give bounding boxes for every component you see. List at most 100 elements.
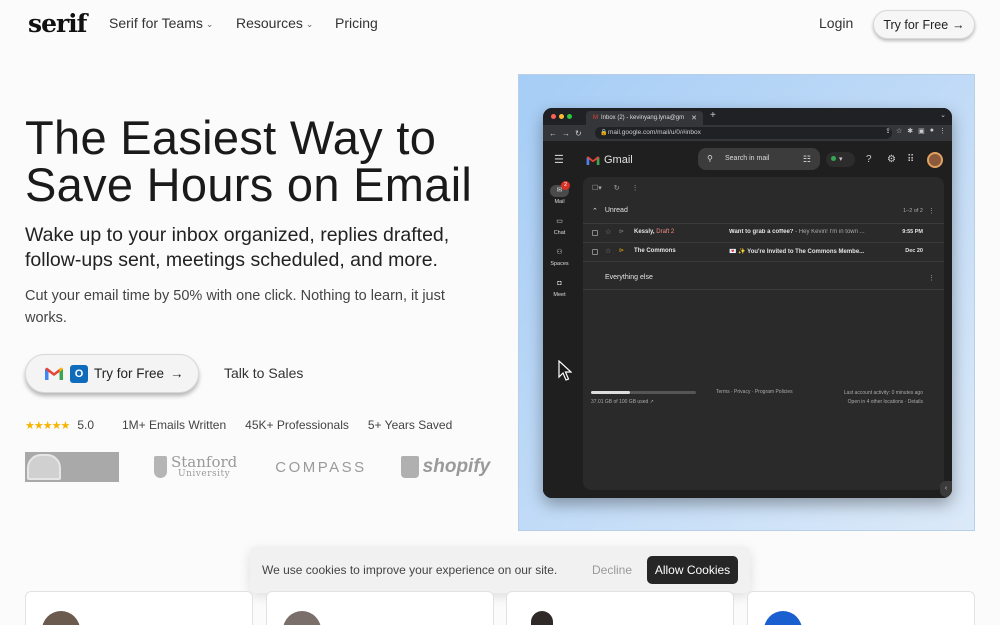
storage-quota-bar — [591, 391, 696, 394]
nav-serif-for-teams[interactable]: Serif for Teams ⌄ — [109, 15, 213, 31]
mail-badge: 2 — [561, 181, 570, 190]
reload-icon[interactable]: ↻ — [575, 129, 582, 138]
back-icon[interactable]: ← — [549, 129, 557, 138]
row-divider — [583, 261, 944, 262]
important-marker-icon[interactable]: ⊳ — [619, 228, 624, 235]
browser-tabbar: M Inbox (2) - kevinyang.lyna@gm ✕ + ⌄ — [543, 108, 952, 125]
footer-links[interactable]: Terms · Privacy · Program Policies — [716, 389, 793, 395]
section-menu-icon[interactable]: ⋮ — [928, 274, 935, 282]
shopify-bag-icon — [400, 456, 419, 478]
extensions-icon[interactable]: ✱ — [907, 127, 913, 135]
allow-cookies-button[interactable]: Allow Cookies — [647, 556, 738, 584]
arrow-right-icon: → — [952, 17, 965, 32]
help-icon[interactable]: ? — [866, 154, 872, 165]
nav-try-free-button[interactable]: Try for Free → — [873, 10, 975, 39]
product-screenshot: M Inbox (2) - kevinyang.lyna@gm ✕ + ⌄ ← … — [518, 74, 975, 531]
hero-try-free-label: Try for Free — [94, 366, 165, 381]
stat-years: 5+ Years Saved — [367, 418, 453, 432]
select-all-checkbox-icon[interactable]: ☐▾ — [592, 184, 602, 192]
browser-menu-icon[interactable]: ⋮ — [939, 127, 946, 135]
star-icon[interactable]: ☆ — [605, 228, 611, 236]
customer-logos: Stanford University COMPASS shopify — [25, 452, 490, 482]
avatar — [764, 611, 802, 625]
email-row[interactable]: ☆ ⊳ Kessly, Draft 2 Want to grab a coffe… — [583, 223, 944, 242]
hero-subtitle: Wake up to your inbox organized, replies… — [25, 223, 495, 273]
hero-try-free-button[interactable]: O Try for Free → — [25, 354, 199, 393]
cookie-message: We use cookies to improve your experienc… — [262, 563, 558, 577]
stanford-logo: Stanford University — [154, 455, 237, 479]
forward-icon[interactable]: → — [562, 129, 570, 138]
email-draft-label: Draft 2 — [656, 229, 675, 235]
close-dot-icon[interactable] — [551, 114, 556, 119]
important-marker-icon[interactable]: ⊳ — [619, 247, 624, 254]
new-tab-icon[interactable]: + — [710, 110, 716, 121]
section-menu-icon[interactable]: ⋮ — [928, 207, 935, 215]
rating-value: 5.0 — [77, 418, 94, 432]
rail-chat-label: Chat — [553, 230, 566, 236]
hamburger-menu-icon[interactable]: ☰ — [554, 153, 564, 166]
url-text: mail.google.com/mail/u/0/#inbox — [608, 129, 701, 136]
search-icon: ⚲ — [707, 154, 713, 163]
url-field[interactable]: 🔒 mail.google.com/mail/u/0/#inbox — [595, 127, 892, 139]
login-link[interactable]: Login — [819, 15, 853, 31]
section-unread[interactable]: ⌃ Unread — [592, 207, 628, 215]
close-tab-icon[interactable]: ✕ — [691, 114, 697, 122]
gmail-app: ☰ ✉ 2 Mail ▭ Chat ⚇ Spaces ◘ Meet Gmail … — [543, 141, 952, 498]
testimonial-card — [506, 591, 734, 625]
bookmark-star-icon[interactable]: ☆ — [896, 127, 902, 135]
stanford-sub: University — [178, 469, 231, 479]
email-subject-text: Want to grab a coffee? — [729, 229, 794, 235]
status-toggle[interactable]: ▾ — [826, 152, 855, 167]
storage-quota-text[interactable]: 37.01 GB of 100 GB used ↗ — [591, 399, 654, 405]
email-checkbox[interactable] — [592, 230, 598, 236]
gmail-search-input[interactable]: ⚲ Search in mail ☷ — [698, 148, 820, 170]
decline-cookies-button[interactable]: Decline — [592, 563, 632, 577]
profile-icon[interactable]: ● — [930, 127, 934, 135]
nav-pricing[interactable]: Pricing — [335, 15, 378, 31]
rail-spaces[interactable]: ⚇ Spaces — [543, 247, 576, 267]
email-sender-name: Kessly, — [634, 229, 655, 235]
hero-description-line1: Cut your email time by 50% with one clic… — [25, 288, 445, 304]
stanford-shield-icon — [154, 456, 167, 478]
section-everything-else[interactable]: Everything else — [605, 274, 653, 281]
more-actions-icon[interactable]: ⋮ — [632, 184, 639, 192]
star-icon[interactable]: ☆ — [605, 247, 611, 255]
email-checkbox[interactable] — [592, 249, 598, 255]
tab-list-chevron-icon[interactable]: ⌄ — [940, 111, 946, 119]
account-avatar[interactable] — [927, 152, 943, 168]
browser-toolbar-icons: ⇪ ☆ ✱ ▣ ● ⋮ — [885, 127, 946, 135]
email-time: 9:55 PM — [902, 229, 923, 235]
minimize-dot-icon[interactable] — [559, 114, 564, 119]
nav-resources[interactable]: Resources ⌄ — [236, 15, 313, 31]
email-row[interactable]: ☆ ⊳ The Commons 💌 ✨ You're Invited to Th… — [583, 242, 944, 261]
activity-line1: Last account activity: 0 minutes ago — [843, 390, 923, 396]
hero-description: Cut your email time by 50% with one clic… — [25, 285, 485, 329]
maximize-dot-icon[interactable] — [567, 114, 572, 119]
rail-chat[interactable]: ▭ Chat — [543, 216, 576, 236]
settings-gear-icon[interactable]: ⚙ — [887, 154, 896, 165]
hero-description-line2: works. — [25, 310, 67, 326]
browser-tab[interactable]: M Inbox (2) - kevinyang.lyna@gm ✕ — [586, 111, 703, 125]
email-time: Dec 20 — [905, 248, 923, 254]
account-activity: Last account activity: 0 minutes ago Ope… — [844, 389, 923, 407]
sidepanel-icon[interactable]: ▣ — [918, 127, 925, 135]
compass-logo: COMPASS — [275, 458, 367, 476]
hero-subtitle-line1: Wake up to your inbox organized, replies… — [25, 224, 450, 246]
rail-mail[interactable]: ✉ 2 Mail — [543, 181, 576, 205]
gmail-logo[interactable]: Gmail — [586, 154, 633, 166]
email-subject: 💌 ✨ You're Invited to The Commons Membe.… — [729, 249, 865, 255]
talk-to-sales-link[interactable]: Talk to Sales — [224, 365, 303, 381]
lock-icon: 🔒 — [600, 130, 608, 136]
share-icon[interactable]: ⇪ — [885, 127, 891, 135]
search-filter-icon[interactable]: ☷ — [803, 148, 811, 170]
storage-quota-label: 37.01 GB of 100 GB used — [591, 399, 649, 405]
apps-grid-icon[interactable]: ⠿ — [907, 154, 914, 165]
refresh-icon[interactable]: ↻ — [614, 184, 620, 192]
activity-line2[interactable]: Open in 4 other locations · Details — [844, 398, 923, 407]
stats-row: ★★★★★ 5.0 1M+ Emails Written 45K+ Profes… — [25, 418, 471, 432]
side-panel-toggle-icon[interactable]: ‹ — [940, 481, 952, 497]
rail-meet[interactable]: ◘ Meet — [543, 278, 576, 298]
avatar — [531, 611, 553, 625]
testimonial-card — [266, 591, 494, 625]
serif-logo[interactable]: serif — [28, 9, 87, 38]
